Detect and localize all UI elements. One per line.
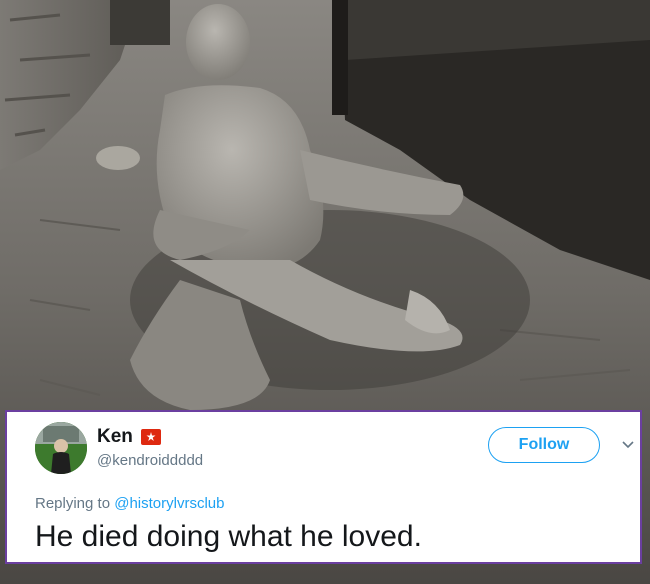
chevron-down-icon[interactable] (621, 440, 635, 450)
hong-kong-flag-icon (140, 429, 161, 445)
reply-prefix: Replying to (35, 495, 111, 512)
author-name-row: Ken (97, 426, 161, 448)
tweet-text: He died doing what he loved. (35, 520, 422, 553)
reply-context: Replying to @historylvrsclub (35, 495, 224, 512)
tweet-card: Ken @kendroiddddd Follow Replying to @hi… (5, 410, 642, 564)
display-name[interactable]: Ken (97, 426, 133, 448)
reply-mention-link[interactable]: @historylvrsclub (114, 495, 224, 512)
follow-button[interactable]: Follow (488, 427, 600, 463)
avatar-photo (35, 422, 87, 474)
avatar[interactable] (35, 422, 87, 474)
author-handle[interactable]: @kendroiddddd (97, 452, 203, 469)
